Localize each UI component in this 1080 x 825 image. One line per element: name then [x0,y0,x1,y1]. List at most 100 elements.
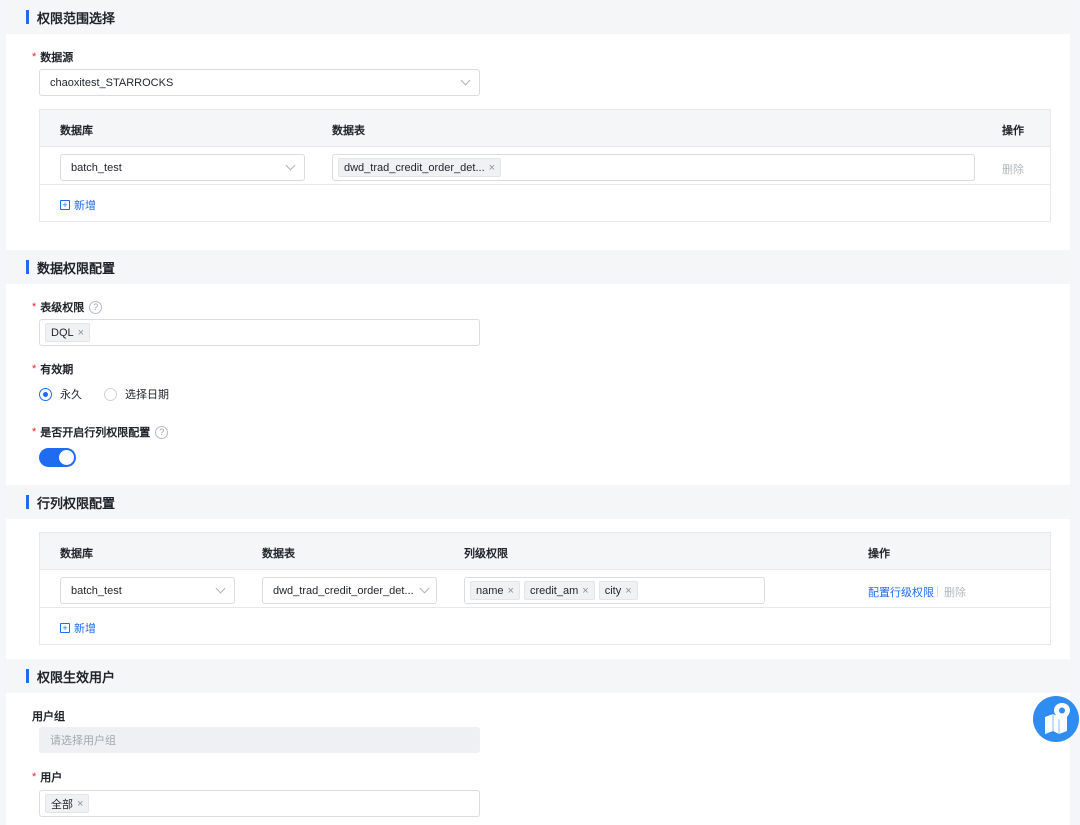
user-label-text: 用户 [40,772,63,784]
section-accent-bar [26,260,29,274]
radio-checked-icon [39,387,52,401]
th-column-perm: 列级权限 [464,548,508,560]
column-tag: credit_am × [523,581,595,600]
th-action: 操作 [1002,125,1024,137]
close-icon[interactable]: × [78,327,84,339]
column-tag-text: credit_am [529,584,579,597]
close-icon[interactable]: × [489,162,495,174]
radio-select-date-label: 选择日期 [125,389,169,401]
rowcol-table-select[interactable]: dwd_trad_credit_order_det... [262,577,437,604]
scope-table-select[interactable]: dwd_trad_credit_order_det... × [332,154,975,181]
th-action: 操作 [868,548,890,560]
plus-square-icon: + [60,623,70,633]
table-level-label: * 表级权限 ? [32,299,103,315]
perm-tag-text: DQL [51,326,74,339]
scope-db-value: batch_test [71,161,122,174]
table-tag: dwd_trad_credit_order_det... × [338,158,502,177]
form-page: 权限范围选择 * 数据源 chaoxitest_STARROCKS 数据库 数据… [6,0,1070,825]
column-tag: name × [470,581,520,600]
rowcol-db-value: batch_test [71,584,122,597]
column-tag: city × [598,581,638,600]
user-group-label: 用户组 [32,708,65,724]
chevron-down-icon [215,583,226,594]
rowcol-table-header: 数据库 数据表 列级权限 操作 [40,533,1050,570]
map-guide-icon [1033,696,1079,742]
radio-permanent-label: 永久 [60,389,82,401]
section-title: 行列权限配置 [37,495,116,511]
scope-add-button[interactable]: + 新增 [60,197,96,213]
radio-permanent[interactable]: 永久 [39,386,82,402]
section-row-col-header: 行列权限配置 [6,485,1070,519]
required-mark: * [32,771,37,783]
rowcol-toggle-label: * 是否开启行列权限配置 ? [32,424,169,440]
row-divider [40,607,1050,608]
required-mark: * [32,426,37,438]
plus-square-icon: + [60,200,70,210]
rowcol-add-button[interactable]: + 新增 [60,620,96,636]
user-select[interactable]: 全部 × [39,790,480,817]
required-mark: * [32,363,37,375]
action-divider [937,586,938,597]
close-icon[interactable]: × [508,585,514,597]
section-scope-header: 权限范围选择 [6,0,1070,34]
validity-radio-group: 永久 选择日期 [39,386,191,402]
user-group-label-text: 用户组 [32,711,65,723]
section-data-perm-header: 数据权限配置 [6,250,1070,284]
th-database: 数据库 [60,125,93,137]
question-circle-icon[interactable]: ? [89,300,103,314]
required-mark: * [32,51,37,63]
scope-db-select[interactable]: batch_test [60,154,305,181]
section-users-header: 权限生效用户 [6,659,1070,693]
rowcol-toggle-label-text: 是否开启行列权限配置 [40,427,151,439]
th-table: 数据表 [262,548,295,560]
section-title: 权限范围选择 [37,10,116,26]
column-perm-select[interactable]: name × credit_am × city × [464,577,765,604]
user-group-select[interactable]: 请选择用户组 [39,727,480,753]
user-tag-text: 全部 [51,798,73,811]
config-row-perm-link[interactable]: 配置行级权限 [868,584,934,600]
guide-float-button[interactable] [1032,695,1080,743]
section-title: 权限生效用户 [37,669,116,685]
close-icon[interactable]: × [77,798,83,810]
close-icon[interactable]: × [582,585,588,597]
chevron-down-icon [460,75,471,86]
rowcol-delete-button[interactable]: 删除 [944,584,966,600]
section-accent-bar [26,10,29,24]
table-level-select[interactable]: DQL × [39,319,480,346]
rowcol-toggle-switch[interactable] [39,448,76,467]
toggle-knob [59,450,74,465]
row-divider [40,184,1050,185]
datasource-value: chaoxitest_STARROCKS [50,76,174,89]
required-mark: * [32,301,37,313]
radio-unchecked-icon [104,387,117,401]
rowcol-table: 数据库 数据表 列级权限 操作 batch_test dwd_trad_cred… [39,532,1051,645]
validity-label: * 有效期 [32,361,73,377]
table-level-label-text: 表级权限 [40,302,85,314]
section-accent-bar [26,669,29,683]
table-tag-text: dwd_trad_credit_order_det... [344,161,485,174]
column-tag-text: name [476,584,504,597]
th-database: 数据库 [60,548,93,560]
radio-select-date[interactable]: 选择日期 [104,386,169,402]
datasource-select[interactable]: chaoxitest_STARROCKS [39,69,480,96]
scope-table: 数据库 数据表 操作 batch_test dwd_trad_credit_or… [39,109,1051,222]
user-group-placeholder: 请选择用户组 [50,735,116,747]
rowcol-db-select[interactable]: batch_test [60,577,235,604]
close-icon[interactable]: × [625,585,631,597]
datasource-label-text: 数据源 [40,52,74,64]
user-tag: 全部 × [45,794,90,813]
add-label: 新增 [74,623,96,635]
question-circle-icon[interactable]: ? [155,425,169,439]
th-table: 数据表 [332,125,365,137]
rowcol-table-value: dwd_trad_credit_order_det... [273,584,414,597]
section-accent-bar [26,495,29,509]
column-tag-text: city [604,584,622,597]
scope-delete-button[interactable]: 删除 [1002,161,1024,177]
section-title: 数据权限配置 [37,260,116,276]
validity-label-text: 有效期 [40,364,74,376]
chevron-down-icon [285,160,296,171]
datasource-label: * 数据源 [32,49,73,65]
perm-tag: DQL × [45,323,91,342]
scope-table-header: 数据库 数据表 操作 [40,110,1050,147]
user-label: * 用户 [32,769,62,785]
